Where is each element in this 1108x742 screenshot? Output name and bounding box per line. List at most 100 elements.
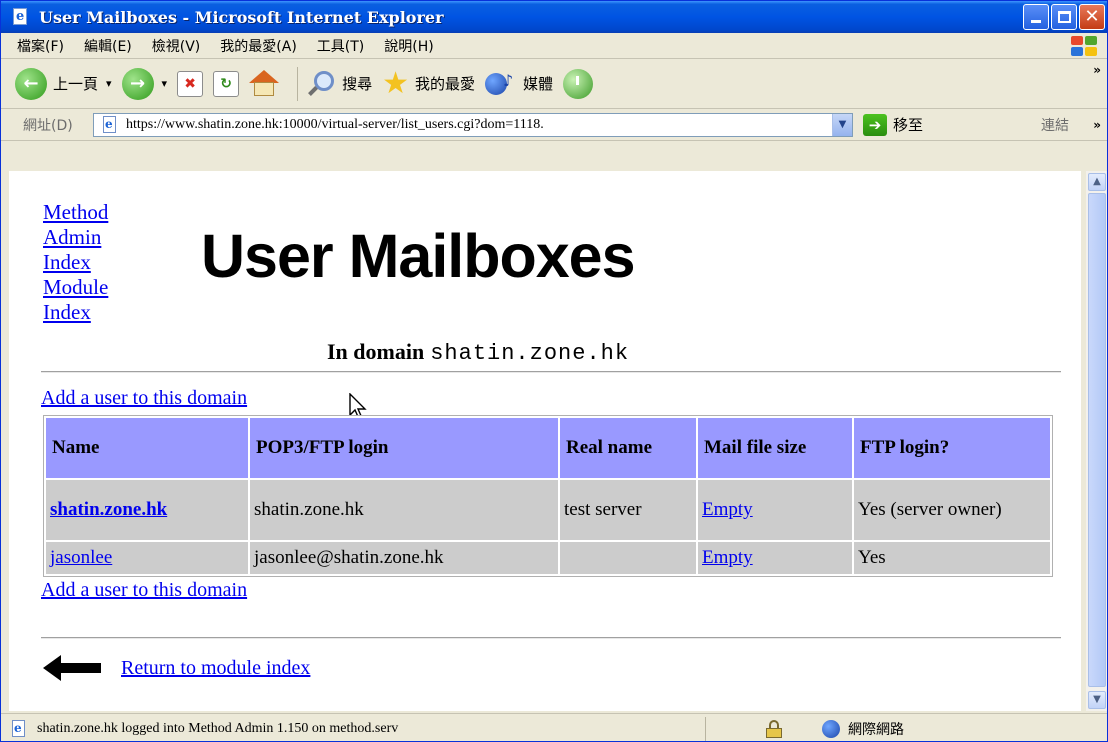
return-arrow-icon[interactable] bbox=[43, 653, 103, 683]
link-index[interactable]: Index bbox=[43, 250, 108, 275]
stop-icon: ✖ bbox=[177, 70, 204, 97]
menu-tools[interactable]: 工具(T) bbox=[307, 36, 374, 56]
link-module[interactable]: Module bbox=[43, 275, 108, 300]
chevron-down-icon[interactable]: ▾ bbox=[106, 77, 112, 90]
ie-page-icon: e bbox=[11, 8, 31, 26]
header-login: POP3/FTP login bbox=[250, 418, 558, 478]
windows-logo-icon bbox=[1069, 35, 1099, 57]
table-header-row: Name POP3/FTP login Real name Mail file … bbox=[46, 418, 1050, 478]
link-module-index[interactable]: Index bbox=[43, 300, 108, 325]
link-admin[interactable]: Admin bbox=[43, 225, 108, 250]
scroll-up-icon[interactable]: ▲ bbox=[1088, 173, 1106, 191]
links-overflow-icon[interactable]: » bbox=[1093, 118, 1101, 132]
scroll-down-icon[interactable]: ▼ bbox=[1088, 691, 1106, 709]
menu-file[interactable]: 檔案(F) bbox=[7, 36, 74, 56]
table-row: shatin.zone.hk shatin.zone.hk test serve… bbox=[46, 480, 1050, 540]
address-input[interactable]: e https://www.shatin.zone.hk:10000/virtu… bbox=[93, 112, 853, 137]
cell-login: shatin.zone.hk bbox=[250, 480, 558, 540]
users-table: Name POP3/FTP login Real name Mail file … bbox=[43, 415, 1053, 577]
media-label: 媒體 bbox=[523, 75, 554, 93]
toolbar-overflow-icon[interactable]: » bbox=[1093, 63, 1101, 77]
page-content: Method Admin Index Module Index User Mai… bbox=[9, 171, 1081, 711]
cell-name: shatin.zone.hk bbox=[46, 480, 248, 540]
forward-button[interactable]: → ▾ bbox=[121, 67, 168, 100]
page-icon: e bbox=[9, 719, 31, 738]
forward-arrow-icon: → bbox=[121, 67, 154, 100]
go-label: 移至 bbox=[893, 116, 924, 134]
history-button[interactable] bbox=[563, 68, 594, 99]
link-method[interactable]: Method bbox=[43, 200, 108, 225]
favorites-button[interactable]: ★ 我的最愛 bbox=[382, 65, 476, 101]
status-separator bbox=[705, 716, 706, 741]
cell-ftp: Yes (server owner) bbox=[854, 480, 1050, 540]
close-button[interactable]: ✕ bbox=[1079, 4, 1105, 30]
cell-ftp: Yes bbox=[854, 542, 1050, 574]
user-link[interactable]: jasonlee bbox=[50, 547, 112, 568]
divider bbox=[41, 371, 1061, 373]
chevron-down-icon[interactable]: ▾ bbox=[162, 77, 168, 90]
menu-bar: 檔案(F) 編輯(E) 檢視(V) 我的最愛(A) 工具(T) 說明(H) bbox=[1, 33, 1107, 59]
internet-zone-icon bbox=[822, 719, 840, 738]
domain-name: shatin.zone.hk bbox=[430, 341, 630, 366]
stop-button[interactable]: ✖ bbox=[177, 70, 204, 97]
domain-line: In domain shatin.zone.hk bbox=[327, 339, 629, 366]
go-arrow-icon: ➔ bbox=[863, 113, 887, 136]
add-user-link-top[interactable]: Add a user to this domain bbox=[41, 387, 247, 410]
header-mail-size: Mail file size bbox=[698, 418, 852, 478]
menu-edit[interactable]: 編輯(E) bbox=[74, 36, 142, 56]
star-icon: ★ bbox=[382, 65, 409, 101]
search-icon bbox=[306, 69, 336, 99]
title-bar: e User Mailboxes - Microsoft Internet Ex… bbox=[1, 1, 1107, 33]
home-icon bbox=[249, 69, 280, 98]
return-link[interactable]: Return to module index bbox=[121, 657, 310, 680]
links-label[interactable]: 連結 bbox=[1041, 115, 1069, 135]
close-icon: ✕ bbox=[1084, 6, 1100, 27]
mail-size-link[interactable]: Empty bbox=[702, 547, 753, 568]
refresh-button[interactable]: ↻ bbox=[213, 70, 240, 97]
side-links: Method Admin Index Module Index bbox=[43, 200, 108, 325]
header-name: Name bbox=[46, 418, 248, 478]
cell-name: jasonlee bbox=[46, 542, 248, 574]
back-label: 上一頁 bbox=[53, 75, 99, 93]
header-ftp: FTP login? bbox=[854, 418, 1050, 478]
mail-size-link[interactable]: Empty bbox=[702, 499, 753, 520]
maximize-button[interactable] bbox=[1051, 4, 1077, 30]
back-button[interactable]: ← 上一頁 ▾ bbox=[15, 67, 112, 100]
vertical-scrollbar[interactable]: ▲ ▼ bbox=[1085, 171, 1107, 711]
zone-text: 網際網路 bbox=[848, 721, 904, 738]
status-text: shatin.zone.hk logged into Method Admin … bbox=[37, 720, 399, 736]
window-title: User Mailboxes - Microsoft Internet Expl… bbox=[39, 7, 444, 27]
media-icon: ♪ bbox=[485, 71, 517, 97]
domain-prefix: In domain bbox=[327, 339, 425, 364]
page-icon: e bbox=[100, 115, 122, 134]
status-bar: e shatin.zone.hk logged into Method Admi… bbox=[1, 713, 1107, 741]
toolbar-separator bbox=[297, 66, 299, 101]
menu-view[interactable]: 檢視(V) bbox=[142, 36, 211, 56]
cell-mail-size: Empty bbox=[698, 542, 852, 574]
table-row: jasonlee jasonlee@shatin.zone.hk Empty Y… bbox=[46, 542, 1050, 574]
search-button[interactable]: 搜尋 bbox=[306, 69, 372, 99]
refresh-icon: ↻ bbox=[213, 70, 240, 97]
go-button[interactable]: ➔ 移至 bbox=[863, 113, 924, 136]
home-button[interactable] bbox=[249, 69, 280, 98]
minimize-icon bbox=[1031, 20, 1041, 23]
page-title: User Mailboxes bbox=[201, 222, 636, 290]
header-real-name: Real name bbox=[560, 418, 696, 478]
add-user-link-bottom[interactable]: Add a user to this domain bbox=[41, 579, 247, 602]
maximize-icon bbox=[1058, 11, 1071, 23]
menu-help[interactable]: 說明(H) bbox=[374, 36, 443, 56]
back-arrow-icon: ← bbox=[15, 67, 47, 100]
cell-real-name: test server bbox=[560, 480, 696, 540]
chevron-down-icon[interactable]: ▼ bbox=[832, 113, 852, 136]
history-icon bbox=[563, 68, 594, 99]
address-url[interactable]: https://www.shatin.zone.hk:10000/virtual… bbox=[126, 117, 832, 133]
cell-login: jasonlee@shatin.zone.hk bbox=[250, 542, 558, 574]
minimize-button[interactable] bbox=[1023, 4, 1049, 30]
scroll-thumb[interactable] bbox=[1088, 193, 1106, 687]
media-button[interactable]: ♪ 媒體 bbox=[485, 71, 553, 97]
cell-mail-size: Empty bbox=[698, 480, 852, 540]
favorites-label: 我的最愛 bbox=[415, 75, 476, 93]
menu-favorites[interactable]: 我的最愛(A) bbox=[210, 36, 307, 56]
user-link[interactable]: shatin.zone.hk bbox=[50, 499, 167, 520]
divider bbox=[41, 637, 1061, 639]
